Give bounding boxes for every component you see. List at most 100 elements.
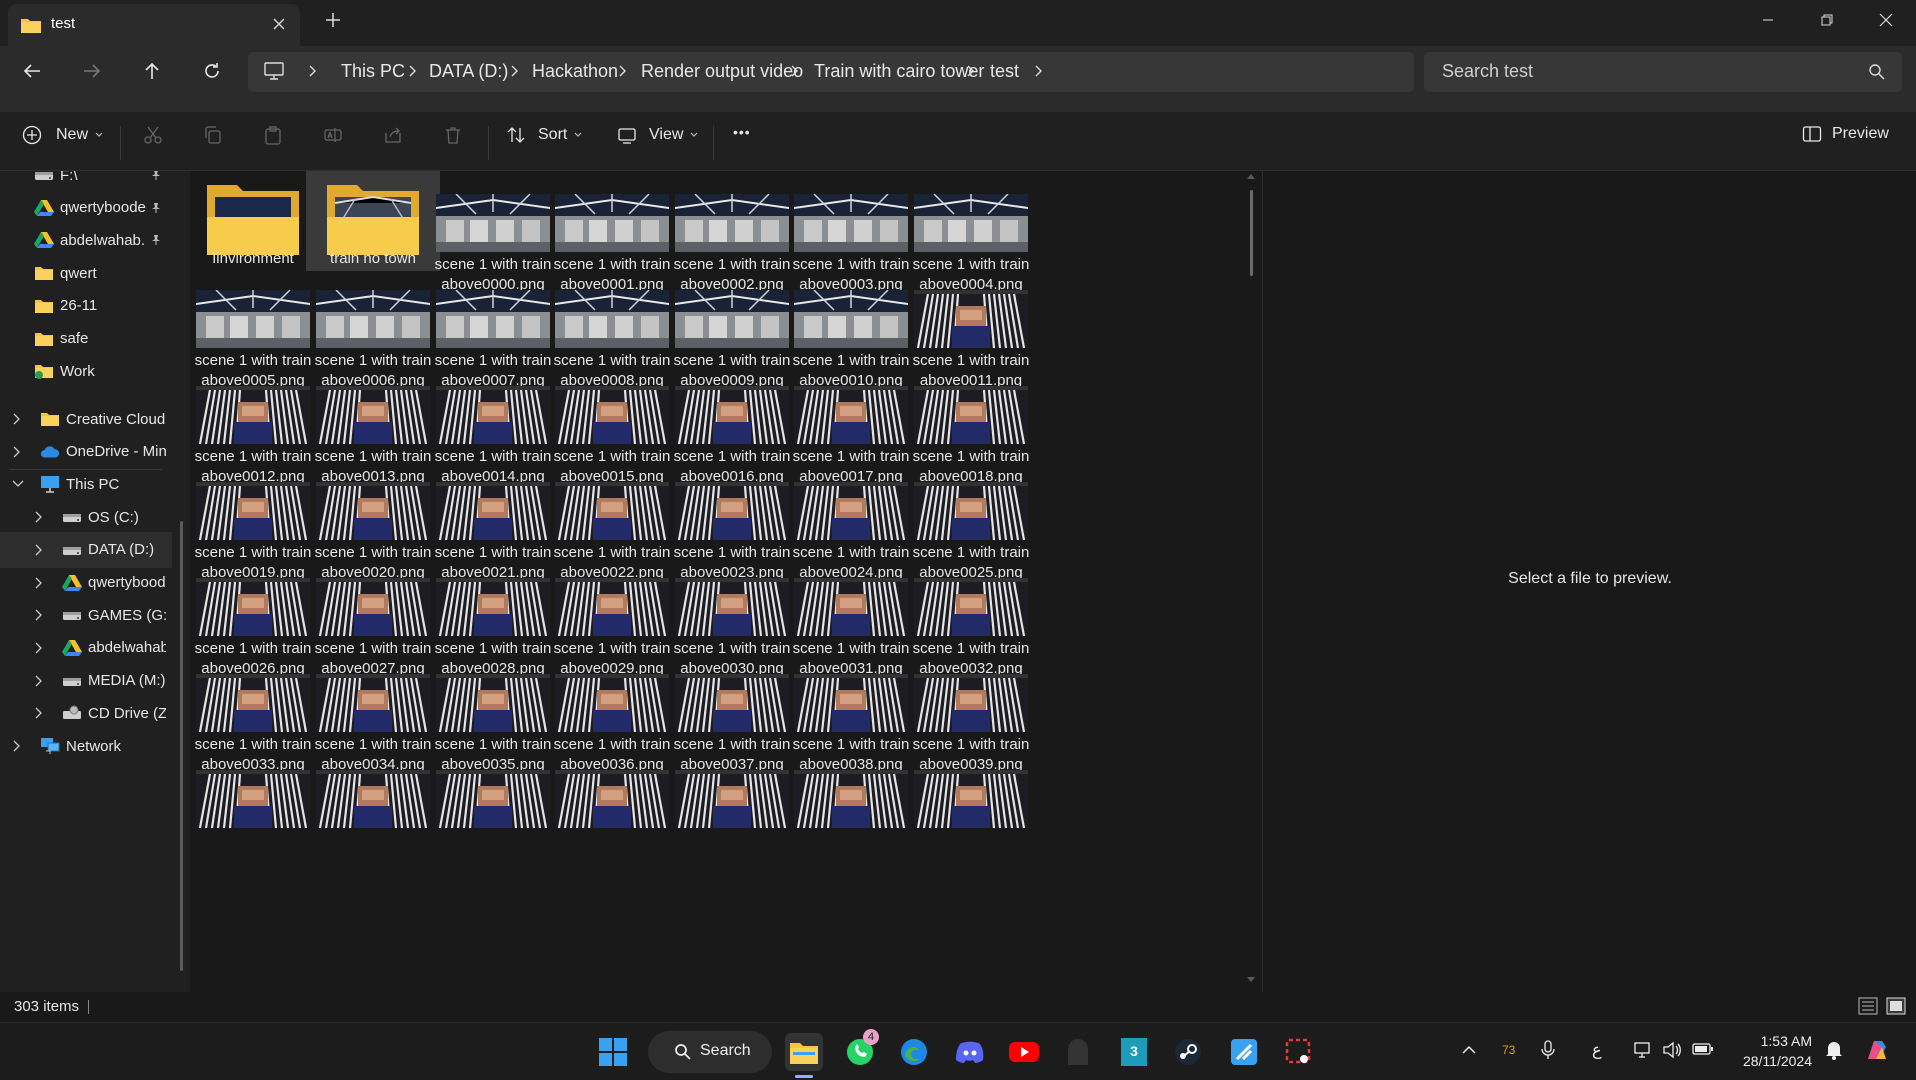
app-taskbar-icon[interactable] [1059, 1033, 1097, 1071]
restore-button[interactable] [1807, 8, 1847, 32]
chevron-right-icon[interactable] [966, 64, 976, 78]
input-language-indicator[interactable]: ع [1592, 1040, 1602, 1060]
close-tab-icon[interactable] [272, 17, 286, 31]
microphone-icon[interactable] [1541, 1040, 1555, 1060]
chevron-right-icon[interactable] [308, 64, 318, 78]
start-button[interactable] [594, 1033, 632, 1071]
view-button[interactable]: View [617, 125, 699, 145]
rename-button[interactable] [323, 125, 343, 145]
chevron-right-icon[interactable] [1034, 64, 1044, 78]
discord-taskbar-icon[interactable] [951, 1033, 989, 1071]
forward-button[interactable] [72, 51, 112, 91]
pin-icon[interactable] [150, 202, 162, 214]
thumbnail-view-icon[interactable] [1886, 997, 1906, 1015]
more-options-button[interactable]: ••• [733, 124, 751, 140]
tree-item[interactable]: GAMES (G:) [0, 597, 172, 633]
chevron-right-icon[interactable] [34, 609, 44, 621]
back-button[interactable] [12, 51, 52, 91]
search-icon[interactable] [1868, 63, 1886, 81]
details-view-icon[interactable] [1858, 997, 1878, 1015]
breadcrumb-test[interactable]: test [990, 61, 1019, 82]
tree-item[interactable]: Network [0, 728, 172, 764]
quick-access-item[interactable]: abdelwahab. [34, 222, 184, 258]
taskbar-search[interactable]: Search [648, 1031, 772, 1073]
chevron-right-icon[interactable] [12, 446, 22, 458]
new-button[interactable]: New [22, 125, 104, 145]
volume-icon[interactable] [1662, 1041, 1682, 1059]
app-taskbar-icon-2[interactable] [1225, 1033, 1263, 1071]
file-tile[interactable] [904, 745, 1038, 859]
share-button[interactable] [383, 125, 403, 145]
temperature-indicator[interactable]: 73 [1502, 1043, 1515, 1057]
breadcrumb-train-with-cairo-tower[interactable]: Train with cairo tower [814, 61, 984, 82]
breadcrumb-data-d[interactable]: DATA (D:) [429, 61, 508, 82]
quick-access-item[interactable]: 26-11 [34, 288, 184, 324]
content-scrollbar[interactable] [1250, 190, 1253, 276]
file-tile[interactable] [194, 745, 320, 859]
clock[interactable]: 1:53 AM 28/11/2024 [1722, 1031, 1812, 1071]
network-status-icon[interactable] [1634, 1041, 1654, 1059]
copilot-icon[interactable] [1862, 1035, 1892, 1065]
address-bar[interactable]: This PC DATA (D:) Hackathon Render outpu… [248, 52, 1414, 92]
notifications-icon[interactable] [1824, 1039, 1844, 1061]
scroll-up-icon[interactable] [1246, 172, 1256, 180]
pin-icon[interactable] [150, 171, 162, 181]
chevron-right-icon[interactable] [618, 64, 628, 78]
chevron-right-icon[interactable] [34, 642, 44, 654]
up-button[interactable] [132, 51, 172, 91]
refresh-button[interactable] [192, 51, 232, 91]
battery-icon[interactable] [1692, 1041, 1714, 1057]
whatsapp-taskbar-icon[interactable]: 4 [841, 1029, 879, 1071]
chevron-right-icon[interactable] [34, 577, 44, 589]
file-tile[interactable] [306, 745, 440, 859]
chevron-right-icon[interactable] [790, 64, 800, 78]
tree-item[interactable]: This PC [0, 466, 172, 502]
tab-test[interactable]: test [8, 4, 300, 46]
file-tile[interactable] [545, 745, 679, 859]
tree-item[interactable]: DATA (D:) [0, 531, 172, 568]
breadcrumb-render-output-video[interactable]: Render output video [641, 61, 803, 82]
show-hidden-icons-icon[interactable] [1462, 1045, 1476, 1055]
snipping-tool-taskbar-icon[interactable] [1280, 1033, 1318, 1071]
quick-access-item[interactable]: qwert [34, 255, 184, 291]
file-tile[interactable] [426, 745, 560, 859]
search-box[interactable]: Search test [1424, 52, 1902, 92]
steam-taskbar-icon[interactable] [1169, 1033, 1207, 1071]
folder-tile[interactable]: train no town [306, 171, 440, 271]
tree-item[interactable]: CD Drive (Z:) [0, 695, 172, 731]
new-tab-button[interactable] [325, 12, 341, 28]
breadcrumb-this-pc[interactable]: This PC [341, 61, 405, 82]
close-window-button[interactable] [1866, 8, 1906, 32]
chevron-right-icon[interactable] [510, 64, 520, 78]
file-tile[interactable] [665, 745, 799, 859]
tree-item[interactable]: OS (C:) [0, 499, 172, 535]
3ds-max-taskbar-icon[interactable]: 3 [1115, 1033, 1153, 1071]
chevron-right-icon[interactable] [12, 740, 22, 752]
pin-icon[interactable] [150, 234, 162, 246]
chevron-right-icon[interactable] [408, 64, 418, 78]
scroll-down-icon[interactable] [1246, 976, 1256, 984]
quick-access-item[interactable]: qwertyboode [34, 190, 184, 226]
chevron-right-icon[interactable] [34, 511, 44, 523]
preview-button[interactable]: Preview [1802, 125, 1889, 143]
file-explorer-taskbar-icon[interactable] [785, 1033, 823, 1071]
delete-button[interactable] [443, 125, 463, 145]
chevron-down-icon[interactable] [12, 479, 24, 489]
breadcrumb-hackathon[interactable]: Hackathon [532, 61, 618, 82]
search-input[interactable]: Search test [1442, 61, 1533, 82]
tree-item[interactable]: qwertyboode( [0, 565, 172, 601]
tree-item[interactable]: Creative Cloud F [0, 401, 172, 437]
file-tile[interactable] [784, 745, 918, 859]
paste-button[interactable] [263, 125, 283, 145]
chevron-right-icon[interactable] [12, 413, 22, 425]
quick-access-item[interactable]: Work [34, 353, 184, 389]
edge-taskbar-icon[interactable] [895, 1033, 933, 1071]
chevron-right-icon[interactable] [34, 675, 44, 687]
tree-item[interactable]: OneDrive - Mini [0, 434, 172, 470]
chevron-right-icon[interactable] [34, 544, 44, 556]
quick-access-item[interactable]: safe [34, 321, 184, 357]
youtube-taskbar-icon[interactable] [1005, 1033, 1043, 1071]
tree-item[interactable]: MEDIA (M:) [0, 663, 172, 699]
minimize-button[interactable] [1748, 8, 1788, 32]
tree-item[interactable]: abdelwahab.t\ [0, 630, 172, 666]
